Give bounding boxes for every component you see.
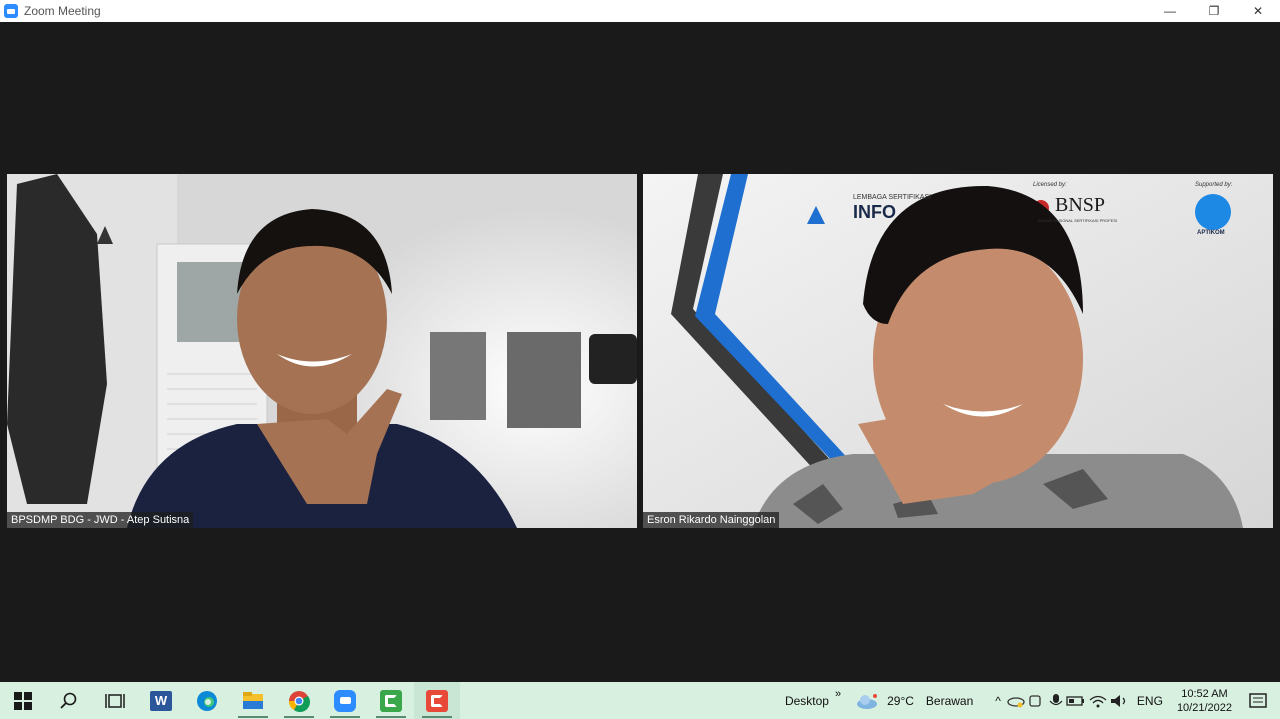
meeting-stage: BPSDMP BDG - JWD - Atep Sutisna LEMBAGA … [0,22,1280,682]
task-view-button[interactable] [92,682,138,719]
participant-name-label: Esron Rikardo Nainggolan [643,512,780,528]
window-title: Zoom Meeting [24,4,101,18]
restore-button[interactable]: ❐ [1192,0,1236,22]
poster-2 [507,332,581,428]
minimize-button[interactable]: — [1148,0,1192,22]
task-view-icon [105,693,125,708]
aptikom-logo-mark [1195,194,1231,230]
video-feed-2 [643,174,1273,528]
taskbar-file-explorer[interactable] [230,682,276,719]
weather-temperature[interactable]: 29°C [881,694,920,708]
window-titlebar: Zoom Meeting — ❐ ✕ [0,0,1280,22]
taskbar-camtasia-red[interactable] [414,682,460,719]
bnsp-subtitle: BADAN NASIONAL SERTIFIKASI PROFESI [1038,218,1118,223]
onedrive-icon[interactable] [1007,693,1025,709]
system-clock[interactable]: 10:52 AM 10/21/2022 [1169,687,1240,715]
notifications-icon[interactable] [1240,691,1280,711]
cloud-weather-icon [857,693,878,709]
microphone-icon[interactable] [1047,693,1065,709]
aptikom-logo-text: APTIKOM [1197,230,1225,236]
camtasia-green-icon [380,689,402,712]
taskbar-camtasia-green[interactable] [368,682,414,719]
taskbar-word[interactable]: W [138,682,184,719]
windows-start-icon [14,691,32,710]
search-button[interactable] [46,682,92,719]
system-tray: Desktop » 29°C Berawan ^ ENG 10:52 AM 10… [779,682,1280,719]
chevron-up-icon[interactable]: ^ [989,694,1007,708]
camtasia-red-icon [426,689,448,712]
licensed-by-label: Licensed by: [1033,182,1067,188]
edge-icon [197,690,217,711]
weather-description[interactable]: Berawan [920,694,989,708]
background-org-name: INFO [853,202,896,222]
windows-taskbar: W Desktop » 29°C Berawan ^ ENG 10:52 AM … [0,682,1280,719]
taskbar-chrome[interactable] [276,682,322,719]
chrome-icon [288,690,310,712]
zoom-icon [334,689,356,712]
taskbar-zoom[interactable] [322,682,368,719]
window-controls: — ❐ ✕ [1148,0,1280,22]
poster-1 [430,332,486,420]
volume-icon[interactable] [1109,693,1131,709]
language-indicator[interactable]: ENG [1131,694,1169,708]
start-button[interactable] [0,682,46,719]
file-explorer-icon [243,691,263,709]
zoom-app-icon [4,4,18,18]
clock-date: 10/21/2022 [1176,701,1232,714]
battery-icon[interactable] [1065,693,1087,709]
taskbar-edge[interactable] [184,682,230,719]
desktop-toolbar-label[interactable]: Desktop [779,694,835,708]
participant-name-label: BPSDMP BDG - JWD - Atep Sutisna [7,512,194,528]
close-button[interactable]: ✕ [1236,0,1280,22]
background-org-label: LEMBAGA SERTIFIKASI [853,194,932,201]
desktop-toolbar-chevron[interactable]: » [835,688,855,700]
supported-by-label: Supported by: [1195,182,1233,188]
video-tile-2[interactable]: LEMBAGA SERTIFIKASI INFO Licensed by: BN… [643,174,1273,528]
search-icon [60,692,77,709]
word-icon: W [150,690,172,711]
wifi-icon[interactable] [1087,693,1109,709]
video-tile-1[interactable]: BPSDMP BDG - JWD - Atep Sutisna [7,174,637,528]
clock-time: 10:52 AM [1181,687,1228,700]
meet-now-icon[interactable] [1025,693,1047,709]
bnsp-logo-text: BNSP [1055,194,1106,216]
video-feed-1 [7,174,637,528]
